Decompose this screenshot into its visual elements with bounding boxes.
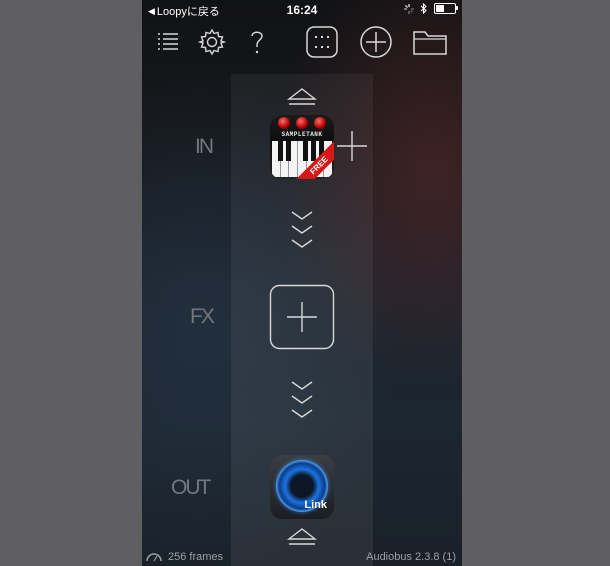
grid-view-button[interactable] — [304, 24, 340, 60]
add-circle-icon — [360, 26, 392, 58]
input-app-sampletank[interactable]: SAMPLETANK FREE — [270, 115, 334, 179]
toolbar — [142, 24, 462, 60]
version-label: Audiobus 2.3.8 (1) — [366, 551, 456, 563]
chevron-down-icon — [291, 211, 313, 248]
in-row-label: IN — [195, 135, 214, 158]
list-button[interactable] — [150, 24, 186, 60]
knob-icon — [278, 117, 290, 129]
battery-icon — [434, 3, 458, 14]
knob-icon — [296, 117, 308, 129]
list-icon — [158, 33, 178, 50]
grid-icon — [306, 26, 338, 58]
eject-icon[interactable] — [286, 87, 318, 107]
fx-row-label: FX — [190, 305, 215, 328]
add-effect-button[interactable] — [269, 284, 335, 350]
help-button[interactable] — [239, 24, 275, 60]
help-icon — [251, 31, 263, 54]
eject-icon[interactable] — [286, 527, 318, 547]
footer: 256 frames Audiobus 2.3.8 (1) — [142, 548, 462, 566]
folder-icon — [413, 31, 447, 55]
activity-spinner-icon — [404, 3, 414, 14]
open-folder-button[interactable] — [412, 24, 448, 60]
status-icons — [404, 3, 458, 14]
status-bar: ◀ Loopyに戻る 16:24 — [142, 0, 462, 20]
phone-screen: ◀ Loopyに戻る 16:24 IN SAMPLETANK FREE FX O… — [142, 0, 462, 566]
input-app-name: SAMPLETANK — [281, 131, 323, 138]
frames-indicator[interactable]: 256 frames — [146, 551, 223, 563]
frames-label: 256 frames — [168, 551, 224, 563]
bluetooth-icon — [420, 3, 427, 14]
knob-icon — [314, 117, 326, 129]
out-row-label: OUT — [171, 476, 211, 499]
gear-icon — [198, 28, 226, 56]
settings-button[interactable] — [194, 24, 230, 60]
output-app-badge: Link — [304, 499, 327, 511]
add-button[interactable] — [358, 24, 394, 60]
gauge-icon — [146, 553, 162, 562]
add-input-icon[interactable] — [335, 131, 369, 161]
chevron-down-icon — [291, 381, 313, 418]
output-app-link[interactable]: Link — [270, 455, 334, 519]
